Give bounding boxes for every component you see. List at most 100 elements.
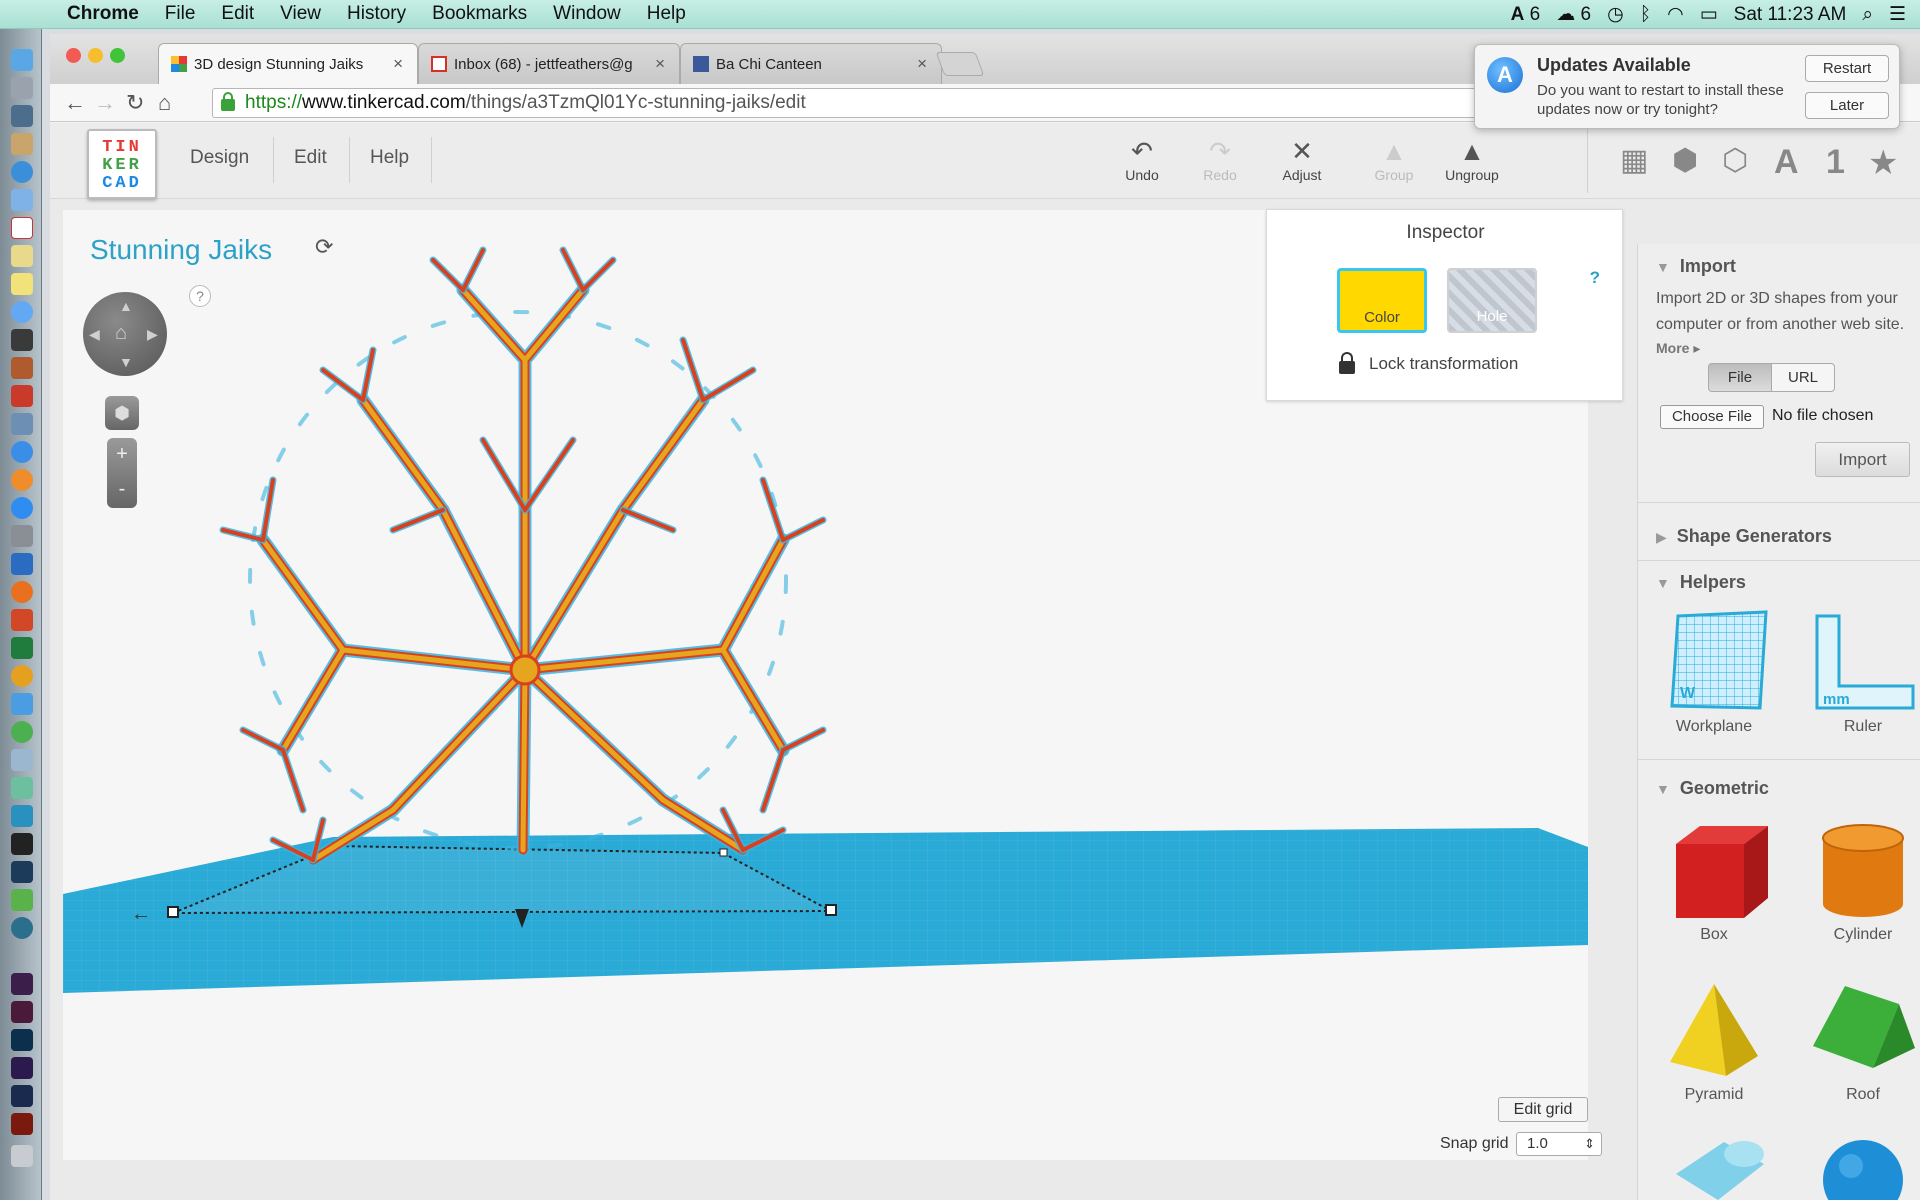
creative-cloud-icon[interactable]: ☁ 6 — [1556, 3, 1591, 26]
ungroup-button[interactable]: ▲ Ungroup — [1437, 135, 1507, 183]
outlook-icon[interactable] — [11, 665, 33, 687]
messages-icon[interactable] — [11, 301, 33, 323]
later-button[interactable]: Later — [1805, 92, 1889, 119]
text-shapes-button[interactable]: A — [1774, 143, 1799, 182]
import-url-tab[interactable]: URL — [1771, 363, 1835, 392]
color-swatch-button[interactable]: Color — [1337, 268, 1427, 333]
finder-icon[interactable] — [11, 49, 33, 71]
notification-center-icon[interactable]: ☰ — [1889, 3, 1906, 26]
home-icon[interactable]: ⌂ — [158, 90, 171, 116]
design-title[interactable]: Stunning Jaiks — [90, 234, 272, 266]
menu-bookmarks[interactable]: Bookmarks — [419, 3, 540, 25]
firefox-icon[interactable] — [11, 581, 33, 603]
incopy-icon[interactable] — [11, 973, 33, 995]
wifi-icon[interactable]: ◠ — [1667, 3, 1684, 26]
shape-generators-header[interactable]: ▶ Shape Generators — [1656, 526, 1832, 547]
stickies-icon[interactable] — [11, 273, 33, 295]
menu-design[interactable]: Design — [190, 147, 249, 169]
choose-file-button[interactable]: Choose File — [1660, 405, 1764, 429]
notes-icon[interactable] — [11, 245, 33, 267]
lync-icon[interactable] — [11, 693, 33, 715]
shape-pyramid[interactable]: Pyramid — [1654, 976, 1774, 1104]
star-shapes-icon[interactable]: ★ — [1868, 143, 1898, 183]
shape-round-roof[interactable] — [1654, 1134, 1774, 1200]
ibooks-icon[interactable] — [11, 469, 33, 491]
menu-help[interactable]: Help — [634, 3, 699, 25]
menu-app-name[interactable]: Chrome — [54, 3, 152, 25]
battery-icon[interactable]: ▭ — [1700, 3, 1718, 26]
forward-arrow-icon[interactable]: → — [94, 90, 116, 116]
community-cube-icon[interactable]: ⬡ — [1722, 143, 1748, 178]
shape-box[interactable]: Box — [1654, 816, 1774, 944]
reload-icon[interactable]: ↻ — [126, 90, 144, 116]
corner-handle[interactable] — [719, 848, 728, 857]
grid-view-icon[interactable]: ▦ — [1620, 143, 1648, 178]
photoshop-icon[interactable] — [11, 861, 33, 883]
lock-transformation-toggle[interactable]: Lock transformation — [1339, 351, 1518, 374]
import-more-link[interactable]: More ▸ — [1656, 340, 1700, 357]
menu-edit[interactable]: Edit — [208, 3, 267, 25]
makerware-icon[interactable] — [11, 917, 33, 939]
helper-ruler[interactable]: mm Ruler — [1803, 608, 1920, 736]
shape-cylinder[interactable]: Cylinder — [1803, 816, 1920, 944]
chrome-icon[interactable] — [11, 721, 33, 743]
inspector-help-button[interactable]: ? — [1590, 268, 1600, 288]
view-navigation-control[interactable]: ▲ ◀ ⌂ ▶ ▼ — [83, 292, 167, 376]
bluetooth-icon[interactable]: ᛒ — [1640, 4, 1651, 26]
close-tab-icon[interactable]: × — [655, 54, 665, 74]
number-shapes-button[interactable]: 1 — [1826, 143, 1845, 182]
undo-button[interactable]: ↶ Undo — [1107, 135, 1177, 183]
contacts-icon[interactable] — [11, 133, 33, 155]
close-tab-icon[interactable]: × — [917, 54, 927, 74]
zoom-out-button[interactable]: - — [107, 473, 137, 508]
fractal-tree-model[interactable] — [219, 246, 827, 867]
tinkercad-app-icon[interactable] — [11, 833, 33, 855]
back-arrow-icon[interactable]: ← — [64, 90, 86, 116]
snap-grid-select[interactable]: 1.0 — [1516, 1132, 1602, 1156]
zoom-window-button[interactable] — [110, 48, 125, 63]
utorrent-icon[interactable] — [11, 889, 33, 911]
group-button[interactable]: ▲ Group — [1359, 135, 1429, 183]
orbit-left-icon[interactable]: ◀ — [89, 326, 100, 343]
move-arrow-icon[interactable]: ← — [131, 903, 151, 925]
iphoto-icon[interactable] — [11, 413, 33, 435]
system-preferences-icon[interactable] — [11, 525, 33, 547]
menu-view[interactable]: View — [267, 3, 334, 25]
import-section-header[interactable]: ▼ Import — [1656, 256, 1736, 277]
calendar-icon[interactable] — [11, 217, 33, 239]
close-tab-icon[interactable]: × — [393, 54, 403, 74]
address-bar[interactable]: https://www.tinkercad.com/things/a3TzmQl… — [212, 88, 1522, 118]
sketch-icon[interactable] — [11, 777, 33, 799]
orbit-down-icon[interactable]: ▼ — [119, 354, 133, 370]
trash-icon[interactable] — [11, 1145, 33, 1167]
menu-help-app[interactable]: Help — [370, 147, 409, 169]
app-store-icon[interactable] — [11, 497, 33, 519]
rename-refresh-icon[interactable]: ⟳ — [315, 234, 333, 260]
view-help-button[interactable]: ? — [189, 285, 211, 307]
close-window-button[interactable] — [66, 48, 81, 63]
powerpoint-icon[interactable] — [11, 609, 33, 631]
spotlight-icon[interactable]: ⌕ — [1862, 4, 1873, 26]
photoshop-cc-icon[interactable] — [11, 1029, 33, 1051]
flash-icon[interactable] — [11, 1113, 33, 1135]
excel-icon[interactable] — [11, 637, 33, 659]
redo-button[interactable]: ↷ Redo — [1185, 135, 1255, 183]
photo-booth-icon[interactable] — [11, 385, 33, 407]
safari-icon[interactable] — [11, 161, 33, 183]
facetime-icon[interactable] — [11, 329, 33, 351]
restart-button[interactable]: Restart — [1805, 55, 1889, 82]
shape-sphere[interactable] — [1803, 1134, 1920, 1200]
mail-icon[interactable] — [11, 189, 33, 211]
ortho-view-cube-icon[interactable]: ⬢ — [105, 396, 139, 430]
cura-icon[interactable] — [11, 805, 33, 827]
premiere-icon[interactable] — [11, 1057, 33, 1079]
orbit-up-icon[interactable]: ▲ — [119, 298, 133, 314]
orbit-right-icon[interactable]: ▶ — [147, 326, 158, 343]
hole-swatch-button[interactable]: Hole — [1447, 268, 1537, 333]
itunes-icon[interactable] — [11, 441, 33, 463]
menu-history[interactable]: History — [334, 3, 419, 25]
menubar-clock[interactable]: Sat 11:23 AM — [1734, 4, 1847, 26]
tab-facebook[interactable]: Ba Chi Canteen × — [680, 43, 942, 84]
menu-window[interactable]: Window — [540, 3, 634, 25]
helpers-header[interactable]: ▼ Helpers — [1656, 572, 1746, 593]
